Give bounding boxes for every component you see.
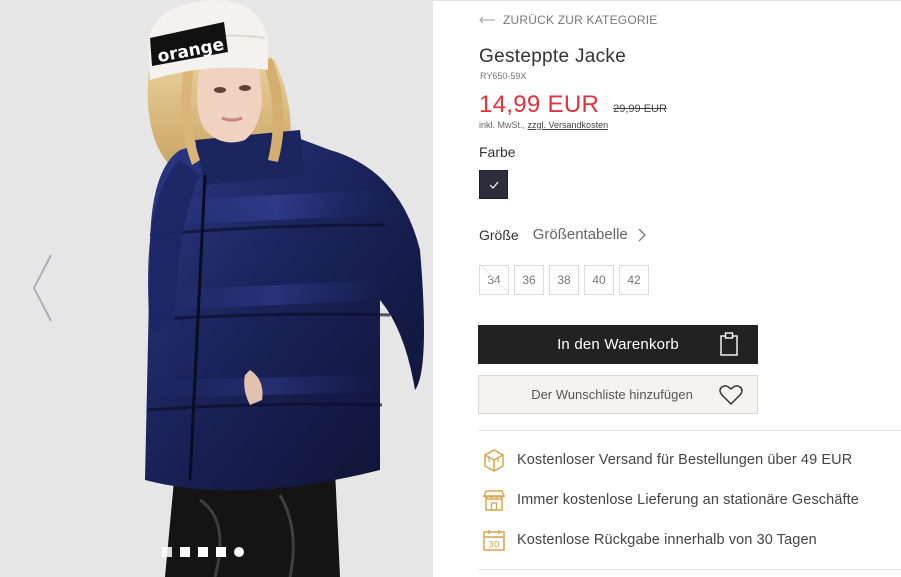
size-option[interactable]: 42 [619, 265, 649, 295]
gallery-dot[interactable] [162, 547, 172, 557]
heart-icon [719, 385, 743, 406]
chevron-right-icon[interactable] [638, 228, 646, 242]
store-icon [481, 487, 507, 513]
back-to-category-link[interactable]: ZURÜCK ZUR KATEGORIE [479, 13, 657, 27]
gallery-dot[interactable] [180, 547, 190, 557]
color-swatch-selected[interactable] [479, 170, 508, 199]
current-price: 14,99 EUR [479, 91, 600, 118]
gallery-dot[interactable] [216, 547, 226, 557]
arrow-left-icon [479, 16, 495, 24]
color-label: Farbe [479, 144, 516, 160]
size-header: Größe Größentabelle [479, 226, 646, 243]
size-label: Größe [479, 226, 519, 243]
product-details-panel: ZURÜCK ZUR KATEGORIE Gesteppte Jacke RY6… [433, 0, 901, 577]
size-option-unavailable[interactable]: 34 [479, 265, 509, 295]
add-to-wishlist-button[interactable]: Der Wunschliste hinzufügen [478, 375, 758, 414]
product-sku: RY650-59X [480, 71, 527, 81]
add-to-cart-button[interactable]: In den Warenkorb [478, 325, 758, 364]
size-option[interactable]: 40 [584, 265, 614, 295]
divider [478, 430, 901, 431]
tax-info: inkl. MwSt., zzgl. Versandkosten [479, 120, 608, 130]
product-gallery: orange [0, 0, 433, 577]
size-option[interactable]: 36 [514, 265, 544, 295]
divider [478, 569, 901, 570]
gallery-dot-active[interactable] [234, 547, 244, 557]
feature-free-returns: 30 Kostenlose Rückgabe innerhalb von 30 … [481, 527, 817, 553]
checkmark-icon [489, 181, 498, 189]
size-option[interactable]: 38 [549, 265, 579, 295]
feature-store-delivery: Immer kostenlose Lieferung an stationäre… [481, 487, 859, 513]
price-row: 14,99 EUR 29,99 EUR [479, 91, 667, 119]
chevron-left-icon [32, 254, 52, 322]
back-link-label: ZURÜCK ZUR KATEGORIE [503, 13, 658, 27]
calendar-30-icon: 30 [481, 527, 507, 553]
size-table-link[interactable]: Größentabelle [533, 226, 628, 243]
size-options: 34 36 38 40 42 [479, 265, 649, 295]
shopping-bag-icon [720, 332, 738, 356]
gallery-dot[interactable] [198, 547, 208, 557]
feature-text: Kostenloser Versand für Bestellungen übe… [517, 452, 853, 468]
shipping-costs-link[interactable]: zzgl. Versandkosten [528, 120, 609, 130]
tax-text: inkl. MwSt., [479, 120, 526, 130]
old-price: 29,99 EUR [613, 103, 667, 115]
add-to-wishlist-label: Der Wunschliste hinzufügen [531, 387, 693, 402]
product-title: Gesteppte Jacke [479, 46, 627, 67]
gallery-pagination [162, 547, 244, 557]
feature-text: Immer kostenlose Lieferung an stationäre… [517, 492, 859, 508]
add-to-cart-label: In den Warenkorb [557, 336, 679, 353]
product-photo: orange [0, 0, 433, 577]
gallery-prev-button[interactable] [22, 248, 62, 328]
feature-text: Kostenlose Rückgabe innerhalb von 30 Tag… [517, 532, 817, 548]
shipping-box-icon [481, 447, 507, 473]
svg-text:30: 30 [488, 541, 500, 551]
feature-free-shipping: Kostenloser Versand für Bestellungen übe… [481, 447, 852, 473]
